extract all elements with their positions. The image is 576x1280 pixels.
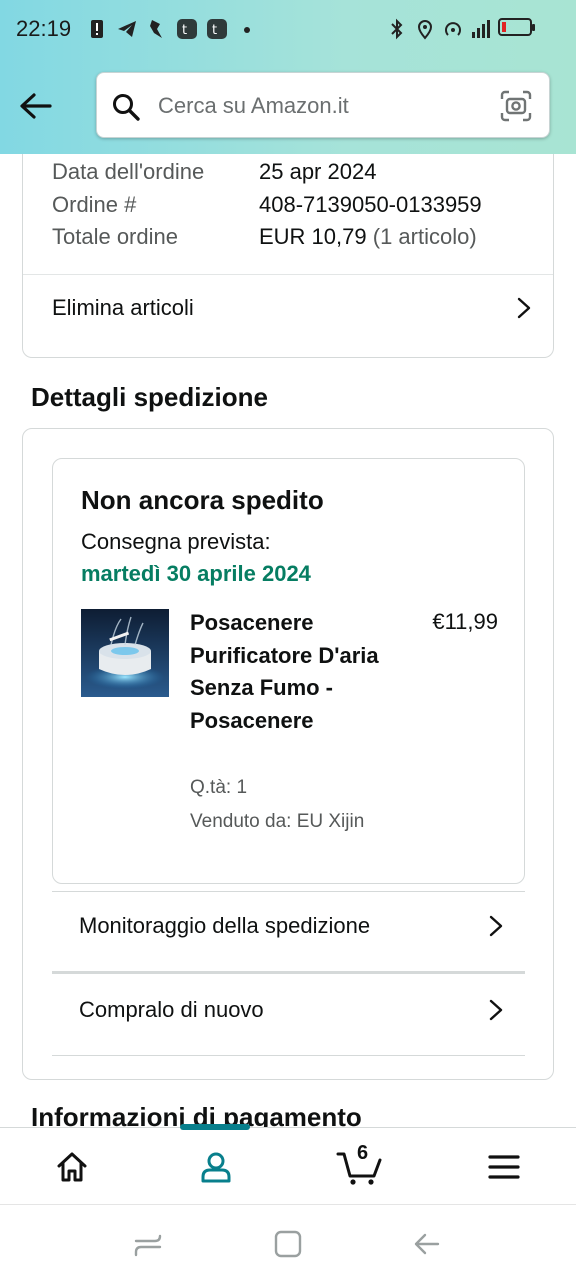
t-app-icon: t [177, 19, 197, 39]
account-icon [201, 1152, 231, 1183]
search-icon [113, 94, 140, 121]
chevron-right-icon [489, 915, 503, 937]
buy-again-label: Compralo di nuovo [79, 997, 264, 1022]
recent-apps-icon[interactable] [133, 1229, 163, 1259]
chevron-right-icon [489, 999, 503, 1021]
order-date-label: Data dell'ordine [52, 159, 205, 184]
back-button-icon[interactable] [412, 1229, 442, 1259]
product-seller: Venduto da: EU Xijin [190, 811, 365, 832]
system-status-icons [386, 16, 492, 42]
order-date-value: 25 apr 2024 [259, 159, 377, 184]
home-icon [57, 1152, 87, 1182]
header: 22:19 t t Cerca su Amazon.it [0, 0, 576, 154]
shipping-card: Non ancora spedito Consegna prevista: ma… [22, 428, 554, 1080]
system-nav-bar [0, 1204, 576, 1280]
product-quantity: Q.tà: 1 [190, 777, 248, 798]
track-shipment-row[interactable]: Monitoraggio della spedizione [52, 893, 525, 957]
notification-icons: t t [86, 16, 258, 42]
cart-count-badge: 6 [357, 1142, 369, 1164]
shipment-box: Non ancora spedito Consegna prevista: ma… [52, 458, 525, 884]
order-details: Data dell'ordine 25 apr 2024 Ordine # 40… [0, 154, 576, 1128]
product-price: €11,99 [432, 609, 498, 634]
status-bar: 22:19 t t [0, 0, 576, 58]
ashtray-image-icon [81, 609, 169, 697]
divider [52, 891, 525, 892]
shipment-status: Non ancora spedito [81, 485, 324, 515]
status-time: 22:19 [16, 16, 72, 41]
bluetooth-icon [391, 18, 403, 40]
chevron-right-icon [517, 297, 531, 319]
back-arrow-icon[interactable] [16, 88, 56, 124]
nav-account[interactable] [144, 1128, 288, 1205]
search-bar[interactable]: Cerca su Amazon.it [96, 72, 550, 138]
divider [52, 971, 525, 974]
delete-items-label: Elimina articoli [52, 295, 194, 320]
order-total-items: (1 articolo) [372, 224, 477, 249]
svg-text:t: t [212, 23, 217, 38]
eta-label: Consegna prevista: [81, 529, 271, 554]
eta-date: martedì 30 aprile 2024 [81, 561, 311, 586]
svg-text:t: t [182, 23, 187, 38]
bottom-nav: 6 [0, 1124, 576, 1205]
order-total-amount: EUR 10,79 [259, 224, 367, 249]
buy-again-row[interactable]: Compralo di nuovo [52, 977, 525, 1041]
alert-icon [91, 20, 103, 38]
order-number-label: Ordine # [52, 192, 137, 217]
menu-icon [488, 1155, 520, 1179]
nav-home[interactable] [0, 1128, 144, 1205]
signal-icon [472, 20, 490, 38]
telegram-icon [118, 21, 136, 37]
product-image[interactable] [81, 609, 169, 697]
nav-cart[interactable] [288, 1128, 432, 1205]
t-app-icon-2: t [207, 19, 227, 39]
nav-menu[interactable] [432, 1128, 576, 1205]
hotspot-icon [445, 22, 461, 36]
divider [52, 1055, 525, 1056]
order-total-label: Totale ordine [52, 224, 178, 249]
delete-items-row[interactable]: Elimina articoli [23, 275, 553, 339]
search-placeholder: Cerca su Amazon.it [158, 93, 349, 118]
app-icon [150, 20, 162, 38]
order-total-value: EUR 10,79 (1 articolo) [259, 224, 477, 250]
order-summary-card: Data dell'ordine 25 apr 2024 Ordine # 40… [22, 154, 554, 358]
camera-scan-icon[interactable] [499, 89, 533, 123]
dot-icon [244, 27, 250, 33]
product-name[interactable]: Posacenere Purificatore D'aria Senza Fum… [190, 607, 380, 737]
battery-icon [498, 18, 535, 36]
shipping-section-title: Dettagli spedizione [31, 382, 268, 412]
home-button-icon[interactable] [273, 1229, 303, 1259]
track-shipment-label: Monitoraggio della spedizione [79, 913, 371, 938]
location-icon [417, 20, 433, 40]
order-number-value: 408-7139050-0133959 [259, 192, 482, 217]
